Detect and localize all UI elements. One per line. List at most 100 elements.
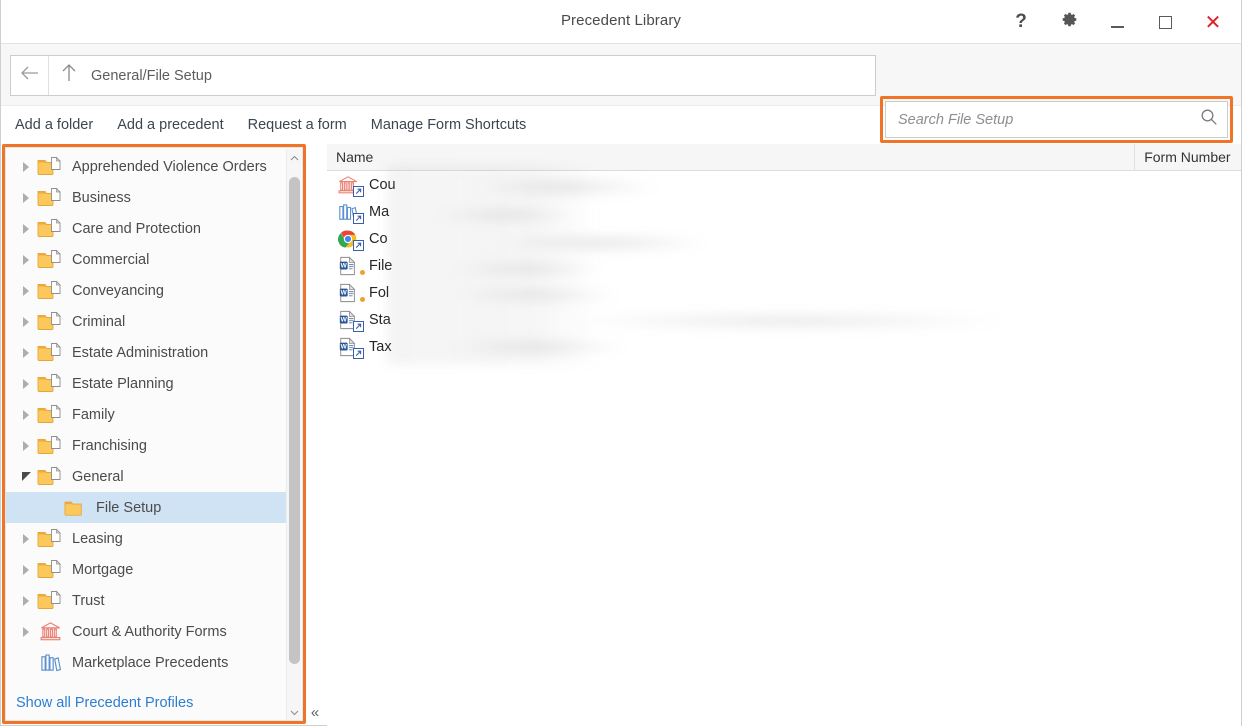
sidebar-item-business[interactable]: Business xyxy=(6,182,294,213)
main-body: Apprehended Violence Orders Business Care … xyxy=(1,143,1241,726)
request-a-form-link[interactable]: Request a form xyxy=(248,117,347,133)
sidebar-item-marketplace-precedents[interactable]: Marketplace Precedents xyxy=(6,647,294,675)
shortcut-arrow-badge-icon xyxy=(353,347,364,358)
expand-arrow-icon[interactable] xyxy=(16,374,36,394)
expand-arrow-icon[interactable] xyxy=(16,281,36,301)
scroll-down-arrow-icon[interactable] xyxy=(287,704,302,720)
books-shortcut-icon xyxy=(335,201,361,223)
chevron-right-icon xyxy=(23,626,29,637)
file-list-rows: Cou Ma Co File Fol Sta Tax xyxy=(327,165,1241,365)
sidebar-item-label: Franchising xyxy=(72,437,147,454)
sidebar-item-franchising[interactable]: Franchising xyxy=(6,430,294,461)
shortcut-arrow-badge-icon xyxy=(353,212,364,223)
file-list-row[interactable]: Tax xyxy=(327,333,1241,360)
collapse-arrow-icon[interactable] xyxy=(16,467,36,487)
minimize-button[interactable] xyxy=(1093,0,1141,44)
chevron-right-icon xyxy=(23,533,29,544)
sidebar-item-mortgage[interactable]: Mortgage xyxy=(6,554,294,585)
sidebar-item-court-authority-forms[interactable]: Court & Authority Forms xyxy=(6,616,294,647)
sidebar-item-estate-administration[interactable]: Estate Administration xyxy=(6,337,294,368)
chevron-right-icon xyxy=(23,316,29,327)
file-list-row[interactable]: Cou xyxy=(327,171,1241,198)
sidebar-item-criminal[interactable]: Criminal xyxy=(6,306,294,337)
file-list-row[interactable]: File xyxy=(327,252,1241,279)
collapse-panel-button[interactable]: « xyxy=(306,700,324,724)
sidebar-item-commercial[interactable]: Commercial xyxy=(6,244,294,275)
folder-document-icon xyxy=(36,280,64,302)
sidebar-item-file-setup[interactable]: File Setup xyxy=(6,492,294,523)
sidebar-item-label: Estate Administration xyxy=(72,344,209,361)
minimize-icon xyxy=(1110,26,1124,28)
chevron-right-icon xyxy=(23,254,29,265)
chevron-right-icon xyxy=(23,440,29,451)
expand-arrow-icon[interactable] xyxy=(16,188,36,208)
expand-arrow-icon[interactable] xyxy=(16,250,36,270)
folder-document-icon xyxy=(36,559,64,581)
chevron-right-icon xyxy=(23,409,29,420)
scroll-up-arrow-icon[interactable] xyxy=(287,149,302,166)
file-name: Sta xyxy=(369,311,391,328)
expand-arrow-icon[interactable] xyxy=(16,436,36,456)
expand-arrow-icon[interactable] xyxy=(16,343,36,363)
up-one-level-button[interactable] xyxy=(49,56,89,95)
expand-arrow-icon[interactable] xyxy=(16,560,36,580)
sidebar-item-trust[interactable]: Trust xyxy=(6,585,294,616)
courthouse-shortcut-icon xyxy=(335,174,361,196)
chevron-right-icon xyxy=(23,595,29,606)
word-document-shortcut-icon xyxy=(335,336,361,358)
sidebar-item-care-and-protection[interactable]: Care and Protection xyxy=(6,213,294,244)
chevron-right-icon xyxy=(23,285,29,296)
expand-arrow-icon[interactable] xyxy=(16,405,36,425)
file-list-header: Name Form Number xyxy=(327,143,1241,171)
search-input[interactable] xyxy=(886,111,1191,128)
expand-arrow-icon[interactable] xyxy=(16,529,36,549)
sidebar-scrollbar[interactable] xyxy=(286,149,302,720)
column-header-form-number[interactable]: Form Number xyxy=(1135,144,1241,171)
show-all-profiles-row: Show all Precedent Profiles xyxy=(6,686,294,720)
address-bar[interactable]: General/File Setup xyxy=(10,55,876,96)
search-button[interactable] xyxy=(1191,102,1227,137)
chevron-right-icon xyxy=(23,161,29,172)
sidebar-item-general[interactable]: General xyxy=(6,461,294,492)
chevron-down-icon xyxy=(21,472,31,481)
add-a-precedent-link[interactable]: Add a precedent xyxy=(117,117,223,133)
folder-document-icon xyxy=(36,187,64,209)
expand-arrow-icon[interactable] xyxy=(16,622,36,642)
sidebar-item-label: Court & Authority Forms xyxy=(72,623,227,640)
gear-icon xyxy=(1061,11,1078,33)
expand-arrow-icon[interactable] xyxy=(16,157,36,177)
chrome-shortcut-icon xyxy=(335,228,361,250)
column-header-name[interactable]: Name xyxy=(327,143,1136,171)
close-button[interactable]: ✕ xyxy=(1189,0,1237,44)
sidebar-item-label: File Setup xyxy=(96,499,162,516)
chevron-right-icon xyxy=(23,564,29,575)
settings-gear-button[interactable] xyxy=(1045,0,1093,44)
back-button[interactable] xyxy=(11,56,49,95)
sidebar-item-label: Business xyxy=(72,189,131,206)
search-box[interactable] xyxy=(885,101,1228,138)
navigation-bar: General/File Setup xyxy=(1,44,1241,143)
breadcrumb-path: General/File Setup xyxy=(91,67,212,84)
books-icon xyxy=(36,652,64,674)
sidebar-item-leasing[interactable]: Leasing xyxy=(6,523,294,554)
sidebar-item-estate-planning[interactable]: Estate Planning xyxy=(6,368,294,399)
add-a-folder-link[interactable]: Add a folder xyxy=(15,117,93,133)
manage-form-shortcuts-link[interactable]: Manage Form Shortcuts xyxy=(371,117,527,133)
help-button[interactable]: ? xyxy=(997,0,1045,44)
maximize-button[interactable] xyxy=(1141,0,1189,44)
sidebar-item-conveyancing[interactable]: Conveyancing xyxy=(6,275,294,306)
expand-arrow-icon[interactable] xyxy=(16,591,36,611)
file-list-row[interactable]: Co xyxy=(327,225,1241,252)
file-list-row[interactable]: Ma xyxy=(327,198,1241,225)
file-list-row[interactable]: Sta xyxy=(327,306,1241,333)
scrollbar-thumb[interactable] xyxy=(289,177,300,664)
sidebar-item-label: Mortgage xyxy=(72,561,134,578)
sidebar-item-family[interactable]: Family xyxy=(6,399,294,430)
sidebar-item-label: Marketplace Precedents xyxy=(72,654,229,671)
show-all-precedent-profiles-link[interactable]: Show all Precedent Profiles xyxy=(16,695,193,711)
expand-arrow-icon[interactable] xyxy=(16,312,36,332)
file-list-row[interactable]: Fol xyxy=(327,279,1241,306)
expand-arrow-icon[interactable] xyxy=(16,219,36,239)
file-name: Cou xyxy=(369,176,396,193)
sidebar-item-apprehended-violence-orders[interactable]: Apprehended Violence Orders xyxy=(6,151,294,182)
